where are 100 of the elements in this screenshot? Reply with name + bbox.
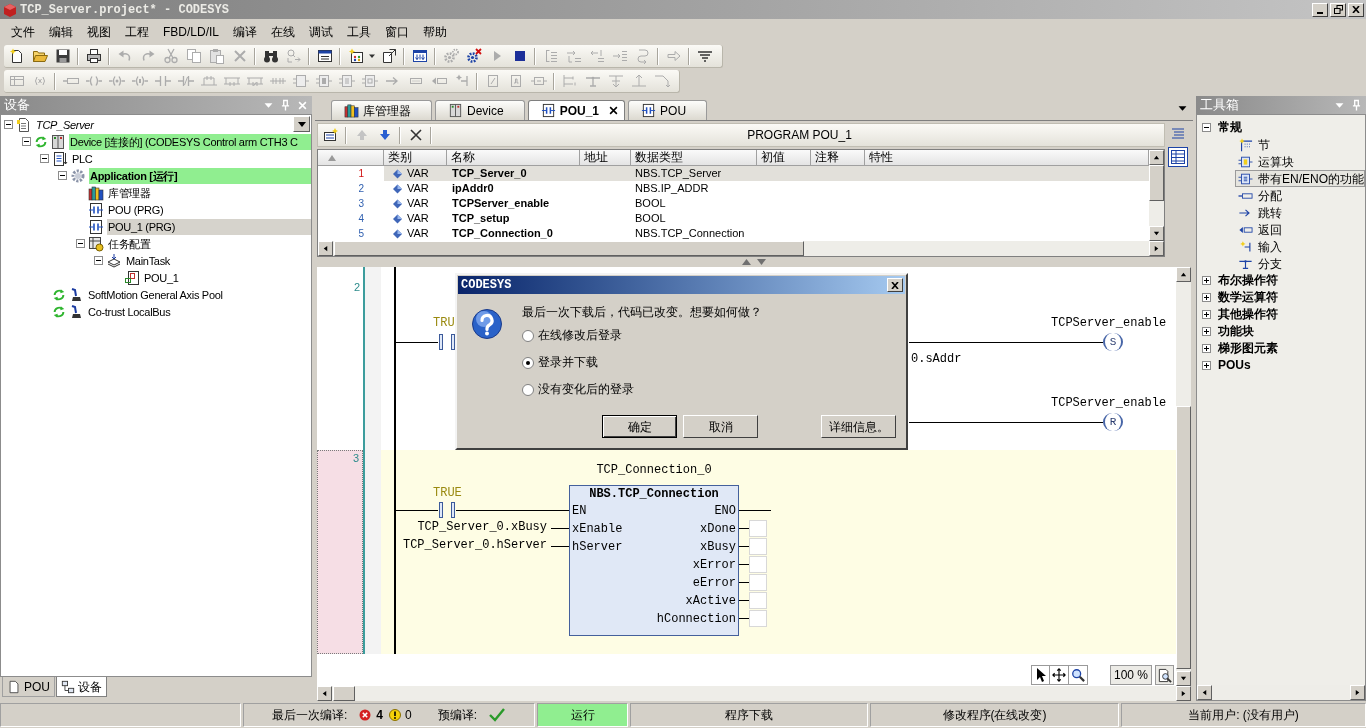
scroll-arrow-button[interactable]: [1176, 267, 1191, 282]
table-row[interactable]: VAR TCP_Server_0 NBS.TCP_Server: [384, 166, 1149, 181]
scroll-arrow-button[interactable]: [317, 686, 332, 701]
new-page-icon[interactable]: [8, 48, 25, 64]
up-triangle-icon[interactable]: [742, 259, 751, 265]
plus-box-icon[interactable]: [1202, 310, 1211, 319]
toolbox-category[interactable]: POUs: [1218, 358, 1251, 373]
lines-icon[interactable]: [696, 48, 713, 64]
plus-box-icon[interactable]: [1202, 344, 1211, 353]
output-field[interactable]: [749, 520, 767, 537]
tree-item[interactable]: Device [连接的] (CODESYS Control arm CTH3 C: [69, 133, 311, 150]
gear-cross-icon[interactable]: [465, 48, 482, 64]
tree-item[interactable]: Co-trust LocalBus: [87, 303, 311, 320]
tree-item[interactable]: TCP_Server: [35, 116, 311, 133]
down-triangle-icon[interactable]: [757, 259, 766, 265]
view-toggle[interactable]: [1168, 147, 1188, 167]
folder-icon[interactable]: [31, 48, 48, 64]
tool-button[interactable]: [1031, 665, 1050, 685]
column-header[interactable]: 名称: [447, 150, 580, 165]
column-header[interactable]: 注释: [811, 150, 865, 165]
close-icon[interactable]: [609, 106, 619, 115]
minus-box-icon[interactable]: [1202, 123, 1211, 132]
tree-item[interactable]: 库管理器: [107, 184, 311, 201]
toolbox-category[interactable]: 常规: [1218, 120, 1242, 135]
menu-item[interactable]: FBD/LD/IL: [156, 21, 226, 42]
minus-box-icon[interactable]: [22, 137, 31, 146]
toolbox-item[interactable]: 输入: [1235, 238, 1365, 255]
dropdown-button[interactable]: [293, 116, 310, 132]
column-header[interactable]: 地址: [580, 150, 631, 165]
pin-icon[interactable]: [281, 99, 290, 111]
scroll-arrow-button[interactable]: [1149, 226, 1164, 241]
toolbox-category[interactable]: 其他操作符: [1218, 307, 1278, 322]
scrollbar-thumb[interactable]: [333, 686, 355, 701]
tree-item[interactable]: 任务配置: [107, 235, 311, 252]
scroll-arrow-button[interactable]: [1149, 150, 1164, 165]
scrollbar-thumb[interactable]: [1176, 406, 1191, 669]
scrollbar-thumb[interactable]: [1149, 165, 1164, 201]
tool-button[interactable]: [1050, 665, 1069, 685]
scroll-arrow-button[interactable]: [1176, 671, 1191, 686]
plus-box-icon[interactable]: [1202, 327, 1211, 336]
menu-item[interactable]: 工具: [340, 21, 378, 42]
menu-item[interactable]: 帮助: [416, 21, 454, 42]
panel-tab[interactable]: 设备: [56, 677, 107, 697]
menu-item[interactable]: 编辑: [42, 21, 80, 42]
minus-box-icon[interactable]: [40, 154, 49, 163]
vertical-scrollbar[interactable]: [1149, 150, 1164, 241]
cross-icon[interactable]: [407, 127, 424, 143]
toolbox-category[interactable]: 梯形图元素: [1218, 341, 1278, 356]
minus-box-icon[interactable]: [76, 239, 85, 248]
add-variable-icon[interactable]: [322, 127, 339, 143]
toolbox-item[interactable]: 跳转: [1235, 204, 1365, 221]
dropdown-caret-icon[interactable]: [368, 52, 376, 60]
minimize-button[interactable]: [1312, 2, 1328, 17]
plus-box-icon[interactable]: [1202, 276, 1211, 285]
editor-tab[interactable]: Device: [435, 100, 525, 120]
scroll-arrow-button[interactable]: [1197, 685, 1212, 700]
tree-item[interactable]: PLC: [71, 150, 311, 167]
tree-item[interactable]: Application [运行]: [89, 167, 311, 184]
horizontal-scrollbar[interactable]: [317, 686, 1191, 701]
menu-item[interactable]: 文件: [4, 21, 42, 42]
menu-item[interactable]: 工程: [118, 21, 156, 42]
column-header[interactable]: 类别: [384, 150, 447, 165]
scrollbar-thumb[interactable]: [334, 241, 804, 256]
build-grid-icon[interactable]: [411, 48, 428, 64]
menu-item[interactable]: 在线: [264, 21, 302, 42]
panel-tab[interactable]: POU: [2, 677, 55, 697]
output-field[interactable]: [749, 538, 767, 555]
menu-item[interactable]: 窗口: [378, 21, 416, 42]
output-field[interactable]: [749, 610, 767, 627]
network-body[interactable]: TRUE TCP_Connection_0 NBS.TCP_Connection EN ENO xEnable xDone hServer xBusy xError eError xActive hConnection TCP_Server_0.xBusy TCP_Server_0.hServer: [381, 450, 1176, 654]
toolbox-item[interactable]: 返回: [1235, 221, 1365, 238]
tree-item[interactable]: SoftMotion General Axis Pool: [87, 286, 311, 303]
restore-button[interactable]: [1330, 2, 1346, 17]
horizontal-scrollbar[interactable]: [318, 241, 1164, 256]
toolbox-item[interactable]: 分支: [1235, 255, 1365, 272]
editor-tab[interactable]: 库管理器: [331, 100, 432, 120]
menu-item[interactable]: 视图: [80, 21, 118, 42]
page-arrow-icon[interactable]: [380, 48, 397, 64]
zoom-field[interactable]: 100 %: [1110, 665, 1152, 685]
vertical-scrollbar[interactable]: [1176, 267, 1191, 686]
tool-button[interactable]: [1155, 665, 1174, 685]
toolbox-item[interactable]: 节: [1235, 136, 1365, 153]
pin-icon[interactable]: [1352, 99, 1361, 111]
minus-box-icon[interactable]: [58, 171, 67, 180]
tree-item[interactable]: POU_1: [143, 269, 311, 286]
scroll-arrow-button[interactable]: [1350, 685, 1365, 700]
sort-triangle-icon[interactable]: [328, 154, 336, 161]
tree-item[interactable]: POU (PRG): [107, 201, 311, 218]
minus-box-icon[interactable]: [4, 120, 13, 129]
tree-item[interactable]: MainTask: [125, 252, 311, 269]
horizontal-scrollbar[interactable]: [1197, 685, 1365, 700]
tool-button[interactable]: [1069, 665, 1088, 685]
function-block[interactable]: NBS.TCP_Connection EN ENO xEnable xDone hServer xBusy xError eError xActive hConnection: [569, 485, 739, 636]
scroll-arrow-button[interactable]: [318, 241, 333, 256]
column-header[interactable]: 初值: [757, 150, 811, 165]
minus-box-icon[interactable]: [94, 256, 103, 265]
scroll-arrow-button[interactable]: [1149, 241, 1164, 256]
plus-box-icon[interactable]: [1202, 293, 1211, 302]
column-header[interactable]: 数据类型: [631, 150, 757, 165]
output-field[interactable]: [749, 592, 767, 609]
